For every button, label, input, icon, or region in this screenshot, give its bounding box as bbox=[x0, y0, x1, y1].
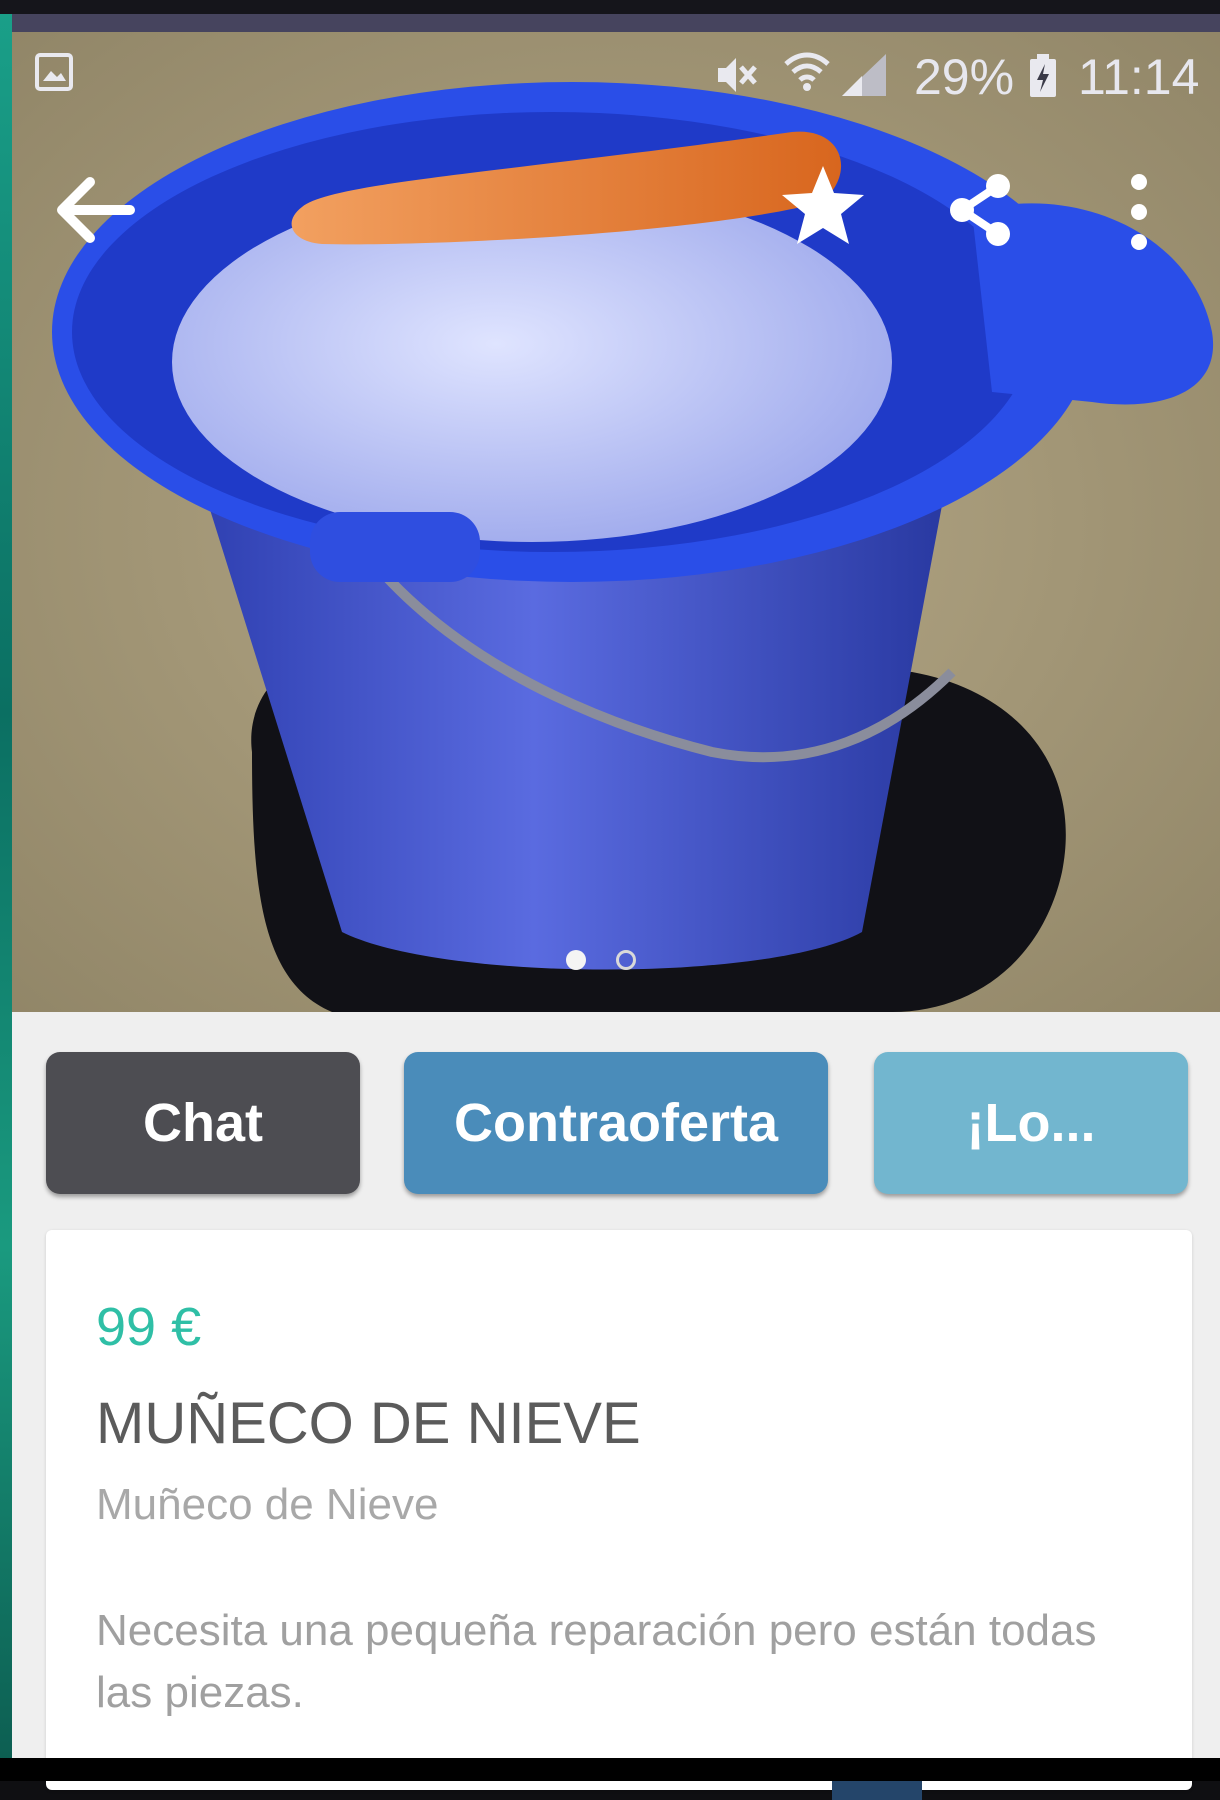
product-photo[interactable] bbox=[12, 32, 1220, 1012]
listing-card: 99 € MUÑECO DE NIEVE Muñeco de Nieve Nec… bbox=[46, 1230, 1192, 1800]
favorite-button[interactable] bbox=[778, 160, 868, 250]
listing-category: Muñeco de Nieve bbox=[96, 1480, 439, 1529]
mute-icon bbox=[718, 58, 757, 92]
back-button[interactable] bbox=[50, 170, 136, 250]
more-options-button[interactable] bbox=[1114, 170, 1164, 254]
frame-top-edge bbox=[0, 0, 1220, 14]
bucket-photo-illustration bbox=[12, 32, 1220, 1012]
carousel-dot-inactive[interactable] bbox=[616, 950, 636, 970]
buy-button[interactable]: ¡Lo... bbox=[874, 1052, 1188, 1194]
clock: 11:14 bbox=[1078, 49, 1200, 105]
listing-title: MUÑECO DE NIEVE bbox=[96, 1391, 641, 1456]
more-vert-icon bbox=[1131, 174, 1147, 250]
battery-charging-icon bbox=[1030, 54, 1056, 97]
carousel-dot-active[interactable] bbox=[566, 950, 586, 970]
frame-bottom-edge bbox=[0, 1758, 1220, 1781]
wifi-icon bbox=[784, 52, 830, 91]
battery-percentage: 29% bbox=[914, 49, 1015, 105]
listing-content: Chat Contraoferta ¡Lo... 99 € MUÑECO DE … bbox=[12, 1012, 1220, 1800]
listing-price: 99 € bbox=[96, 1297, 202, 1357]
status-bar: 29% 11:14 bbox=[12, 40, 1220, 110]
back-arrow-icon bbox=[57, 177, 135, 243]
gallery-icon bbox=[35, 53, 73, 91]
signal-icon bbox=[842, 54, 886, 96]
listing-description: Necesita una pequeña reparación pero est… bbox=[96, 1606, 1097, 1717]
chat-button[interactable]: Chat bbox=[46, 1052, 360, 1194]
share-icon bbox=[950, 174, 1010, 246]
star-icon bbox=[782, 166, 864, 244]
frame-top-bar bbox=[12, 14, 1220, 32]
share-button[interactable] bbox=[942, 170, 1018, 250]
counter-offer-button[interactable]: Contraoferta bbox=[404, 1052, 828, 1194]
frame-left-edge bbox=[0, 0, 12, 1781]
